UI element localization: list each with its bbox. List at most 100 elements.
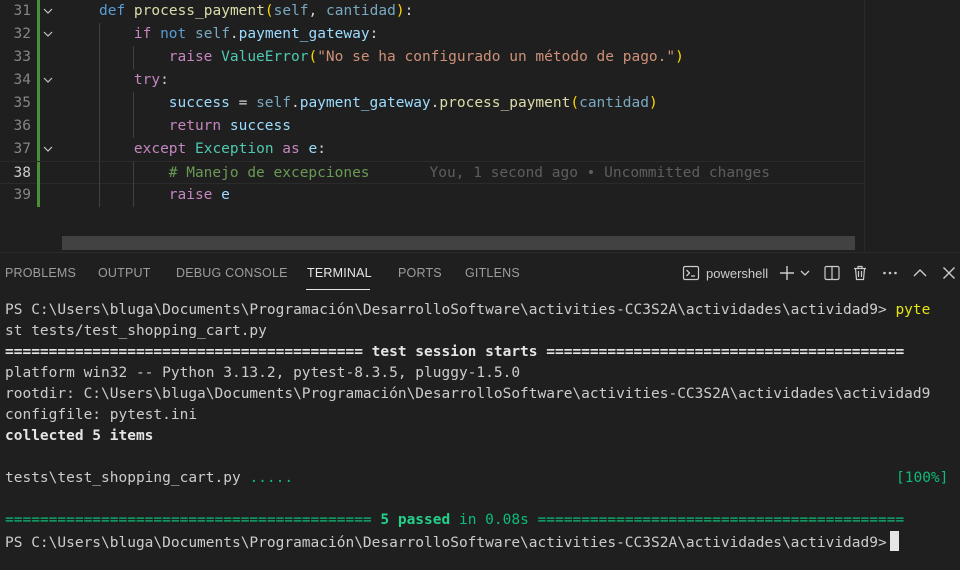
git-change-indicator [37,184,40,207]
indent-guide [133,184,135,207]
close-icon[interactable] [941,263,957,285]
tab-problems[interactable]: PROBLEMS [5,266,76,280]
indent-guide [133,92,135,115]
code-line[interactable]: 35 success = self.payment_gateway.process… [0,92,864,115]
git-change-indicator [37,0,40,23]
code-token: . [290,95,300,111]
code-token: Exception [194,141,274,157]
code-text: raise ValueError("No se ha configurado u… [169,46,684,69]
terminal-line-collected: collected 5 items [5,428,154,444]
terminal-line-rootdir: rootdir: C:\Users\bluga\Documents\Progra… [5,386,931,402]
code-token: success [168,95,230,111]
terminal-line-session-header: ========================================… [5,342,904,363]
tab-terminal[interactable]: TERMINAL [307,266,372,280]
code-token: not [160,26,195,42]
terminal-output[interactable]: PS C:\Users\bluga\Documents\Programación… [0,294,960,570]
result-time: in 0.08s [450,512,538,528]
code-token: # Manejo de excepciones [168,165,370,181]
split-icon[interactable] [823,263,841,285]
code-token: ( [570,95,580,111]
code-text: return success [169,115,291,138]
code-token: e [308,141,318,157]
code-token: as [273,141,309,157]
code-token: ) [648,95,658,111]
code-token: success [229,118,291,134]
code-token: = [229,95,257,111]
session-rule-left: ========================================… [5,344,372,360]
maximize-icon[interactable] [912,263,928,285]
code-token: payment_gateway [238,26,370,42]
chevron-down-icon[interactable] [42,69,56,92]
terminal-line-result: ========================================… [5,510,904,531]
terminal-icon[interactable] [682,263,700,285]
code-line[interactable]: 36 return success [0,115,864,138]
add-icon[interactable] [778,263,796,285]
code-editor[interactable]: 31 def process_payment(self, cantidad): 32… [0,0,960,252]
line-number: 39 [13,187,31,203]
minimap[interactable] [864,0,960,252]
session-rule-right: ========================================… [537,344,905,360]
trash-icon[interactable] [851,263,869,285]
code-token: cantidad [579,95,649,111]
tab-gitlens[interactable]: GITLENS [465,266,520,280]
horizontal-scrollbar[interactable] [62,236,855,250]
code-token: except [133,141,195,157]
terminal-line-test-file: tests\test_shopping_cart.py ..... [5,468,293,489]
indent-guide [98,184,100,207]
line-number: 31 [13,3,31,19]
result-rule-right: ========================================… [537,512,905,528]
test-dots: ..... [249,470,294,486]
test-percent: [100%] [896,470,949,486]
prompt-text: PS C:\Users\bluga\Documents\Programación… [5,535,887,551]
chevron-down-icon[interactable] [42,138,56,161]
terminal-line-command-cont: st tests/test_shopping_cart.py [5,321,267,342]
tab-debug-console[interactable]: DEBUG CONSOLE [176,266,288,280]
terminal-line-prompt-1: PS C:\Users\bluga\Documents\Programación… [5,300,930,321]
tab-ports[interactable]: PORTS [398,266,442,280]
code-line[interactable]: 38 # Manejo de excepciones You, 1 second a… [0,161,864,185]
shell-label[interactable]: powershell [706,263,768,285]
code-line[interactable]: 34 try: [0,69,864,92]
test-file-name: tests\test_shopping_cart.py [5,470,250,486]
code-token: ) [675,49,684,65]
code-token: "No se ha configurado un método de pago.… [317,49,676,65]
code-line[interactable]: 31 def process_payment(self, cantidad): [0,0,864,23]
code-token: . [229,26,239,42]
code-text: try: [134,69,169,92]
code-token: raise [168,187,222,203]
code-token: self [195,26,230,42]
editor-text-area[interactable]: 31 def process_payment(self, cantidad): 32… [0,0,864,252]
code-text: def process_payment(self, cantidad): [99,0,413,23]
code-line[interactable]: 32 if not self.payment_gateway: [0,23,864,46]
code-token: payment_gateway [299,95,431,111]
terminal-line-platform: platform win32 -- Python 3.13.2, pytest-… [5,365,521,381]
tab-output[interactable]: OUTPUT [98,266,151,280]
git-change-indicator [37,23,40,46]
indent-guide [98,46,100,69]
terminal-cursor [889,531,899,551]
line-number: 37 [13,141,31,157]
command-text-cont: st tests/test_shopping_cart.py [5,323,267,339]
code-token: : [404,3,414,19]
indent-guide [98,138,100,161]
git-change-indicator [37,115,40,138]
code-token: e [221,187,230,203]
code-line[interactable]: 37 except Exception as e: [0,138,864,161]
code-line[interactable]: 33 raise ValueError("No se ha configurado… [0,46,864,69]
indent-guide [133,115,135,138]
chevron-down-icon[interactable] [42,0,56,23]
code-token: ValueError [221,49,309,65]
code-line[interactable]: 39 raise e [0,184,864,207]
chevron-down-icon[interactable] [42,23,56,46]
line-number: 35 [13,95,31,111]
code-text: success = self.payment_gateway.process_p… [169,92,658,115]
prompt-text: PS C:\Users\bluga\Documents\Programación… [5,302,896,318]
line-number: 36 [13,118,31,134]
command-text: pyte [895,302,931,318]
indent-guide [133,46,135,69]
code-token: ( [308,49,318,65]
chevron-down-icon[interactable] [799,263,811,285]
indent-guide [98,115,100,138]
git-change-indicator [37,162,40,185]
more-icon[interactable] [881,263,899,285]
